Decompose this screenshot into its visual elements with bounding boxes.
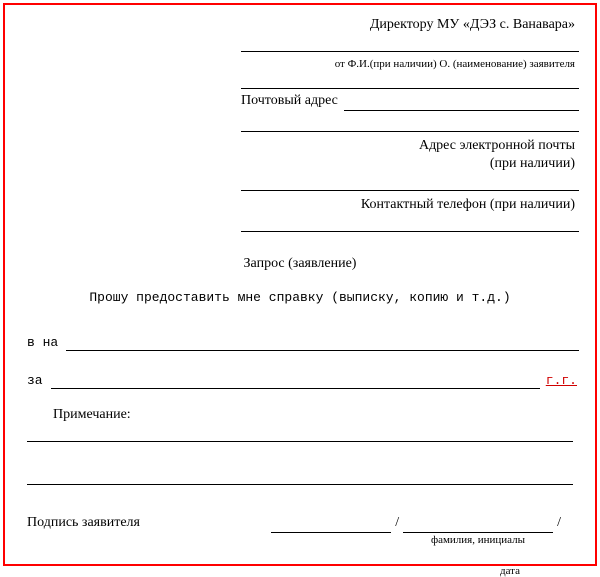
postal-fill-2[interactable] xyxy=(241,117,579,132)
row-vna: в на xyxy=(21,335,579,351)
addressee-fill-1[interactable] xyxy=(241,37,579,52)
note-fill-2[interactable] xyxy=(27,470,573,485)
date-row: дата xyxy=(21,564,579,577)
email-label-2: (при наличии) xyxy=(241,156,579,174)
slash-2: / xyxy=(553,515,565,533)
postal-fill[interactable] xyxy=(344,96,579,111)
phone-fill[interactable] xyxy=(241,217,579,232)
request-text: Прошу предоставить мне справку (выписку,… xyxy=(21,290,579,305)
prefix-vna: в на xyxy=(21,335,66,351)
email-label-1: Адрес электронной почты xyxy=(241,138,579,156)
note-fill-1[interactable] xyxy=(27,427,573,442)
name-fill[interactable] xyxy=(403,518,553,533)
suffix-year: г.г. xyxy=(540,373,579,389)
addressee-line: Директору МУ «ДЭЗ с. Ванавара» xyxy=(241,17,579,35)
document-title: Запрос (заявление) xyxy=(21,232,579,290)
postal-row: Почтовый адрес xyxy=(241,93,579,111)
email-fill[interactable] xyxy=(241,176,579,191)
note-label: Примечание: xyxy=(21,405,579,423)
signature-fill[interactable] xyxy=(271,518,391,533)
document-frame: Директору МУ «ДЭЗ с. Ванавара» от Ф.И.(п… xyxy=(3,3,597,566)
slash-1: / xyxy=(391,515,403,533)
from-fill[interactable] xyxy=(241,74,579,89)
phone-label: Контактный телефон (при наличии) xyxy=(241,197,579,215)
date-caption: дата xyxy=(455,565,565,577)
from-hint: от Ф.И.(при наличии) О. (наименование) з… xyxy=(241,58,579,72)
signature-label: Подпись заявителя xyxy=(27,515,140,533)
row-za: за г.г. xyxy=(21,373,579,389)
addressee-block: Директору МУ «ДЭЗ с. Ванавара» от Ф.И.(п… xyxy=(241,17,579,232)
vna-fill[interactable] xyxy=(66,336,579,351)
postal-label: Почтовый адрес xyxy=(241,93,344,111)
prefix-za: за xyxy=(21,373,51,389)
signature-row: Подпись заявителя / / xyxy=(21,515,579,533)
za-fill[interactable] xyxy=(51,374,540,389)
name-caption: фамилия, инициалы xyxy=(403,534,553,546)
